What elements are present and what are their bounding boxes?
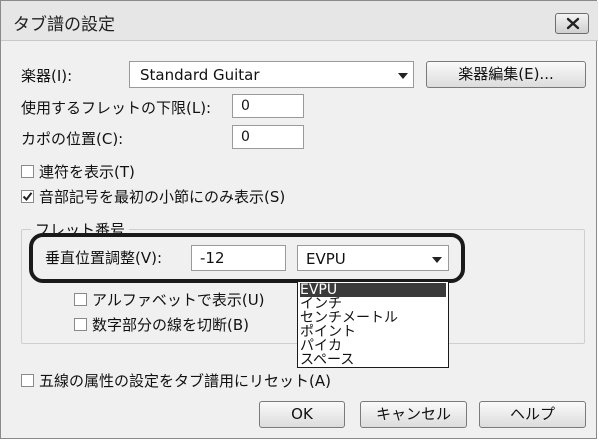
capo-label: カポの位置(C):	[21, 130, 124, 148]
fret-lower-limit-input[interactable]: 0	[232, 94, 304, 118]
reset-staff-attributes-checkbox[interactable]	[21, 374, 34, 387]
show-clef-first-measure-label: 音部記号を最初の小節にのみ表示(S)	[39, 188, 286, 206]
fret-lower-limit-label: 使用するフレットの下限(L):	[21, 99, 212, 117]
unit-dropdown-list[interactable]: EVPU インチ センチメートル ポイント パイカ スペース	[297, 281, 449, 368]
show-clef-first-measure-checkbox[interactable]	[21, 190, 34, 203]
ok-button[interactable]: OK	[259, 401, 345, 428]
break-lines-label: 数字部分の線を切断(B)	[92, 316, 249, 334]
show-tuplets-checkbox[interactable]	[21, 165, 34, 178]
checkmark-icon	[22, 192, 33, 202]
edit-instrument-button[interactable]: 楽器編集(E)...	[426, 61, 586, 88]
show-tuplets-label: 連符を表示(T)	[39, 163, 135, 181]
instrument-select[interactable]: Standard Guitar	[129, 61, 414, 88]
highlight-annotation	[29, 233, 465, 283]
tab-settings-dialog: タブ譜の設定 楽器(I): Standard Guitar 楽器編集(E)...…	[0, 0, 598, 439]
unit-option-space[interactable]: スペース	[300, 353, 354, 367]
window-title: タブ譜の設定	[13, 15, 115, 35]
show-as-letters-label: アルファベットで表示(U)	[92, 291, 265, 309]
help-button[interactable]: ヘルプ	[479, 401, 586, 428]
reset-staff-attributes-label: 五線の属性の設定をタブ譜用にリセット(A)	[39, 372, 331, 390]
show-as-letters-checkbox[interactable]	[74, 293, 87, 306]
unit-option-inch[interactable]: インチ	[300, 297, 342, 311]
chevron-down-icon	[398, 73, 408, 79]
close-icon	[566, 17, 580, 30]
close-button[interactable]	[555, 13, 589, 34]
instrument-label: 楽器(I):	[21, 67, 73, 85]
title-bar: タブ譜の設定	[1, 1, 598, 41]
fret-numbers-group-title: フレット番号	[31, 219, 130, 233]
unit-option-pica[interactable]: パイカ	[300, 339, 342, 353]
instrument-value: Standard Guitar	[140, 66, 260, 84]
break-lines-checkbox[interactable]	[74, 318, 87, 331]
capo-input[interactable]: 0	[232, 125, 304, 149]
unit-option-point[interactable]: ポイント	[300, 325, 356, 339]
unit-option-centimeter[interactable]: センチメートル	[300, 311, 398, 325]
cancel-button[interactable]: キャンセル	[360, 401, 467, 428]
unit-option-evpu[interactable]: EVPU	[300, 283, 446, 297]
